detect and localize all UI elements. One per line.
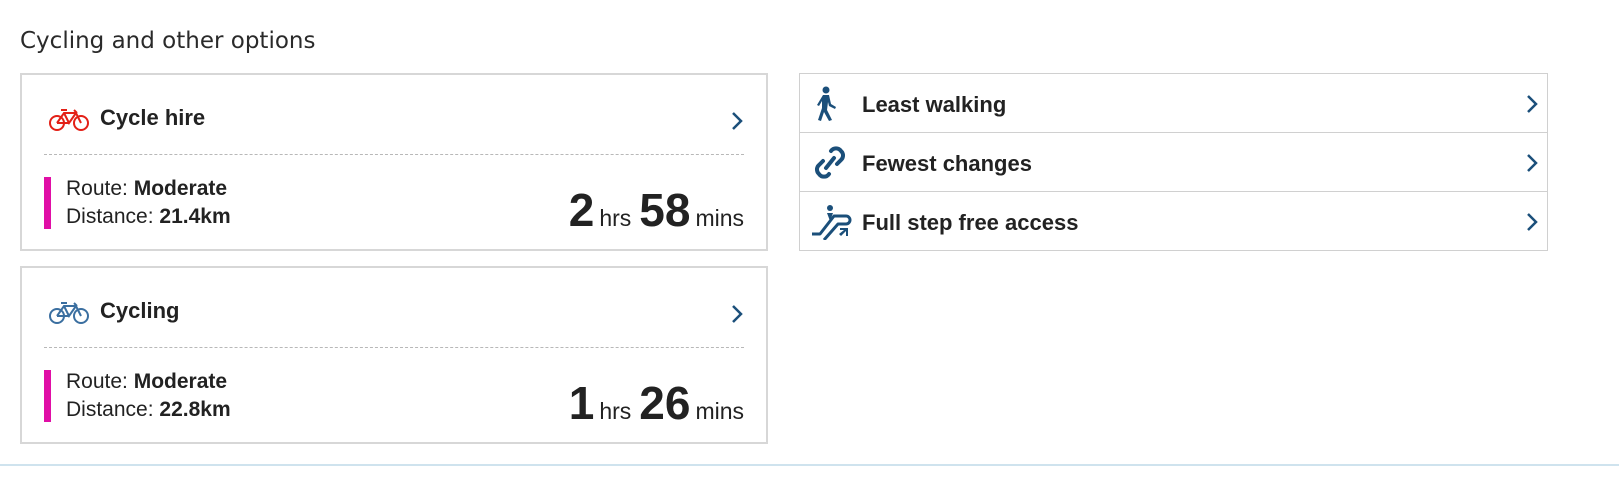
card-title: Cycle hire xyxy=(100,105,206,130)
chevron-right-icon[interactable] xyxy=(730,303,744,325)
section-divider xyxy=(0,464,1619,466)
card-header: Cycling xyxy=(44,268,744,348)
option-label: Least walking xyxy=(862,92,1007,117)
walking-person-icon xyxy=(817,86,836,121)
option-label: Fewest changes xyxy=(862,151,1032,176)
route-color-bar xyxy=(44,370,51,422)
option-label: Full step free access xyxy=(862,210,1079,235)
section-title: Cycling and other options xyxy=(20,28,316,54)
route-difficulty: Route: Moderate xyxy=(66,177,228,200)
card-header: Cycle hire xyxy=(44,75,744,155)
journey-duration: 1 hrs 26 mins xyxy=(568,377,744,429)
escalator-step-free-icon xyxy=(812,205,852,240)
chevron-right-icon[interactable] xyxy=(730,110,744,132)
step-free-access-option[interactable]: Full step free access xyxy=(799,191,1548,251)
route-distance: Distance: 21.4km xyxy=(66,205,231,228)
route-color-bar xyxy=(44,177,51,229)
bicycle-icon xyxy=(49,302,89,324)
chevron-right-icon[interactable] xyxy=(1525,152,1539,174)
cycling-card[interactable]: Cycling Route: Moderate Distance: 22.8km… xyxy=(20,266,768,444)
journey-duration: 2 hrs 58 mins xyxy=(568,184,744,236)
route-difficulty: Route: Moderate xyxy=(66,370,228,393)
route-distance: Distance: 22.8km xyxy=(66,398,231,421)
link-chain-icon xyxy=(815,146,845,179)
cycle-hire-card[interactable]: Cycle hire Route: Moderate Distance: 21.… xyxy=(20,73,768,251)
chevron-right-icon[interactable] xyxy=(1525,211,1539,233)
card-title: Cycling xyxy=(100,298,180,323)
cycle-hire-icon xyxy=(49,109,89,131)
least-walking-option[interactable]: Least walking xyxy=(799,73,1548,133)
chevron-right-icon[interactable] xyxy=(1525,93,1539,115)
fewest-changes-option[interactable]: Fewest changes xyxy=(799,132,1548,192)
